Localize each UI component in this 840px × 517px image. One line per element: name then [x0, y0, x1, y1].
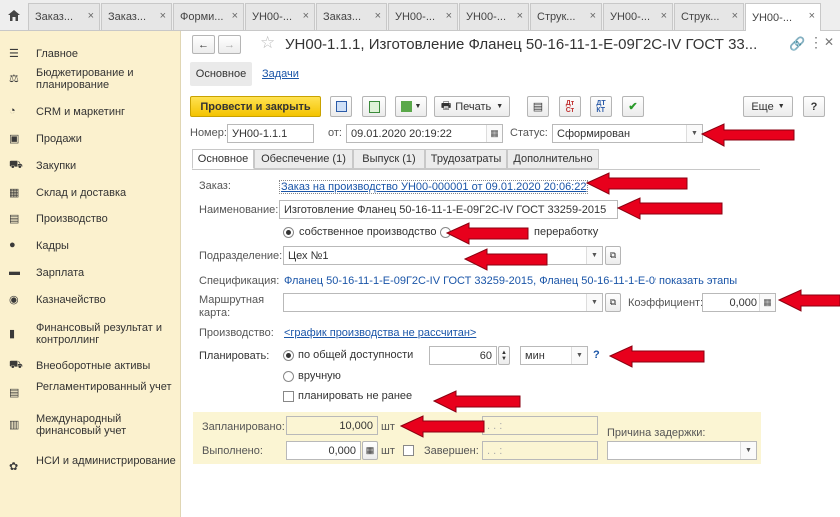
bag-icon: ▣ [9, 133, 20, 145]
window-tab[interactable]: Заказ... × [101, 3, 172, 30]
sidebar-item[interactable]: ▣ Продажи [0, 127, 181, 151]
sidebar-item[interactable]: ▤ Производство [0, 207, 181, 231]
chart-icon: ▮ [9, 328, 16, 340]
sidebar-item[interactable]: ▮ Финансовый результат и контроллинг [0, 322, 181, 346]
window-tab-label: Заказ... [108, 11, 147, 23]
sidebar-item-label: CRM и маркетинг [36, 106, 126, 118]
window-tab-label: Струк... [681, 11, 720, 23]
sidebar-item-label: Внеоборотные активы [36, 360, 151, 372]
window-tab-label: Форми... [180, 11, 224, 23]
close-tab-icon[interactable]: × [446, 10, 452, 22]
arrow-annotation [399, 415, 485, 438]
sidebar-item-label: Финансовый результат и контроллинг [36, 322, 162, 346]
sidebar-item[interactable]: ⛟ Закупки [0, 154, 181, 178]
close-tab-icon[interactable]: × [732, 10, 738, 22]
sidebar-item[interactable]: ▥ Международный финансовый учет [0, 413, 181, 437]
document-form: ← → ☆ УН00-1.1.1, Изготовление Фланец 50… [182, 31, 840, 517]
sidebar-item-label: Бюджетирование и планирование [36, 67, 134, 91]
window-tab-label: Заказ... [35, 11, 74, 23]
window-tab-label: Струк... [537, 11, 576, 23]
window-tab-label: УН00-... [752, 11, 792, 24]
window-tab[interactable]: Форми... × [173, 3, 244, 30]
sidebar-item[interactable]: ▬ Зарплата [0, 261, 181, 285]
sidebar-item[interactable]: ☰ Главное [0, 42, 181, 66]
warehouse-icon: ▦ [9, 187, 20, 199]
window-tab-label: УН00-... [252, 11, 292, 23]
close-tab-icon[interactable]: × [590, 10, 596, 22]
arrow-annotation [445, 222, 529, 245]
window-tab[interactable]: Струк... × [530, 3, 602, 30]
money-icon: ▬ [9, 266, 20, 278]
window-tab-label: Заказ... [323, 11, 362, 23]
menu-icon: ☰ [9, 48, 19, 60]
close-tab-icon[interactable]: × [809, 10, 815, 22]
arrow-annotation [585, 172, 688, 195]
factory-icon: ▤ [9, 213, 20, 225]
window-tab-label: УН00-... [610, 11, 650, 23]
window-tab[interactable]: УН00-... × [603, 3, 673, 30]
window-tab[interactable]: УН00-... × [745, 3, 821, 31]
ledger-icon: ▤ [9, 387, 20, 399]
arrow-annotation [608, 345, 705, 368]
sidebar-item[interactable]: ⚖ Бюджетирование и планирование [0, 67, 181, 91]
close-tab-icon[interactable]: × [661, 10, 667, 22]
sidebar-item-label: Продажи [36, 133, 82, 145]
sidebar-item[interactable]: ◉ Казначейство [0, 288, 181, 312]
sidebar-item-label: НСИ и администрирование [36, 455, 176, 467]
annotation-arrows [399, 123, 840, 438]
budget-icon: ⚖ [9, 73, 19, 85]
sidebar-item-label: Закупки [36, 160, 77, 172]
sidebar-item-label: Зарплата [36, 267, 85, 279]
sidebar-item-label: Международный финансовый учет [36, 413, 127, 437]
sidebar-item[interactable]: ⛟ Внеоборотные активы [0, 354, 181, 378]
arrow-annotation [777, 289, 840, 312]
sidebar-item-label: Главное [36, 48, 79, 60]
window-tab[interactable]: УН00-... × [388, 3, 458, 30]
window-tab-label: УН00-... [395, 11, 435, 23]
window-tab[interactable]: УН00-... × [245, 3, 315, 30]
window-tab-label: УН00-... [466, 11, 506, 23]
window-tab[interactable]: Струк... × [674, 3, 744, 30]
close-tab-icon[interactable]: × [375, 10, 381, 22]
sidebar-item[interactable]: ▤ Регламентированный учет [0, 381, 181, 405]
intl-icon: ▥ [9, 419, 20, 431]
close-tab-icon[interactable]: × [232, 10, 238, 22]
arrow-annotation [432, 390, 521, 413]
gear-icon: ✿ [9, 461, 19, 473]
arrow-annotation [616, 197, 723, 220]
arrow-annotation [463, 248, 548, 271]
pie-icon: ◔ [9, 105, 16, 117]
close-tab-icon[interactable]: × [517, 10, 523, 22]
sidebar-item[interactable]: ◔ CRM и маркетинг [0, 100, 181, 124]
home-icon[interactable] [0, 0, 28, 31]
window-tab-bar: Заказ... × Заказ... × Форми... × УН00-... × Зака… [0, 0, 840, 31]
sidebar-item[interactable]: ▦ Склад и доставка [0, 181, 181, 205]
sidebar-item[interactable]: ● Кадры [0, 234, 181, 258]
coin-icon: ◉ [9, 294, 19, 306]
assets-icon: ⛟ [9, 359, 23, 371]
sidebar-item-label: Производство [36, 213, 108, 225]
person-icon: ● [9, 239, 16, 251]
cart-icon: ⛟ [9, 159, 23, 171]
arrow-annotation [700, 123, 795, 147]
sidebar-item-label: Кадры [36, 240, 69, 252]
sidebar-item[interactable]: ✿ НСИ и администрирование [0, 455, 181, 479]
close-tab-icon[interactable]: × [160, 10, 166, 22]
window-tab[interactable]: Заказ... × [316, 3, 387, 30]
window-tab[interactable]: УН00-... × [459, 3, 529, 30]
sidebar-item-label: Регламентированный учет [36, 381, 172, 393]
close-tab-icon[interactable]: × [88, 10, 94, 22]
sidebar: ☰ Главное ⚖ Бюджетирование и планирование ◔ C… [0, 31, 181, 517]
close-tab-icon[interactable]: × [303, 10, 309, 22]
sidebar-item-label: Казначейство [36, 294, 106, 306]
sidebar-item-label: Склад и доставка [36, 187, 127, 199]
window-tab[interactable]: Заказ... × [28, 3, 100, 30]
